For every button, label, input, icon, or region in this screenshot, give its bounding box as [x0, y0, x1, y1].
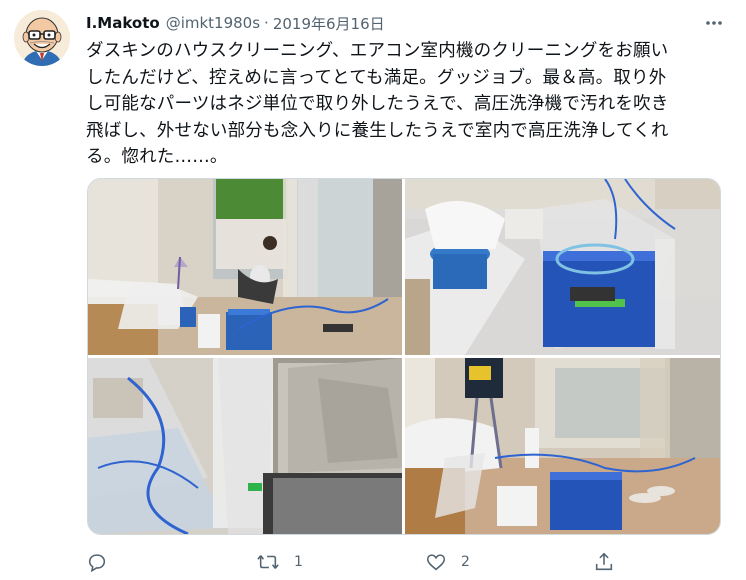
photo-4[interactable]: [405, 358, 720, 534]
avatar-image: [14, 10, 70, 66]
reply-bubble-icon: [86, 551, 108, 573]
share-button[interactable]: [593, 548, 629, 576]
tweet-actions: 1 2: [86, 548, 726, 576]
photo-3[interactable]: [88, 358, 402, 534]
display-name[interactable]: I.Makoto: [86, 14, 160, 32]
like-button[interactable]: 2: [425, 548, 470, 576]
photo-2[interactable]: [405, 179, 720, 355]
avatar[interactable]: [14, 10, 70, 66]
retweet-count: 1: [294, 554, 303, 570]
tweet-text: ダスキンのハウスクリーニング、エアコン室内機のクリーニングをお願い したんだけど…: [86, 41, 669, 167]
like-count: 2: [461, 554, 470, 570]
more-dots-icon[interactable]: [702, 11, 726, 35]
tweet-date[interactable]: 2019年6月16日: [273, 13, 385, 34]
retweet-arrows-icon: [256, 551, 280, 573]
media-grid: [87, 178, 721, 535]
retweet-button[interactable]: 1: [256, 548, 303, 576]
tweet-header: I.Makoto @imkt1980s · 2019年6月16日: [86, 11, 726, 35]
user-handle[interactable]: @imkt1980s: [166, 14, 260, 32]
reply-button[interactable]: [86, 548, 122, 576]
separator: ·: [264, 14, 269, 32]
share-upload-icon: [593, 551, 615, 573]
photo-1[interactable]: [88, 179, 402, 355]
heart-icon: [425, 551, 447, 573]
